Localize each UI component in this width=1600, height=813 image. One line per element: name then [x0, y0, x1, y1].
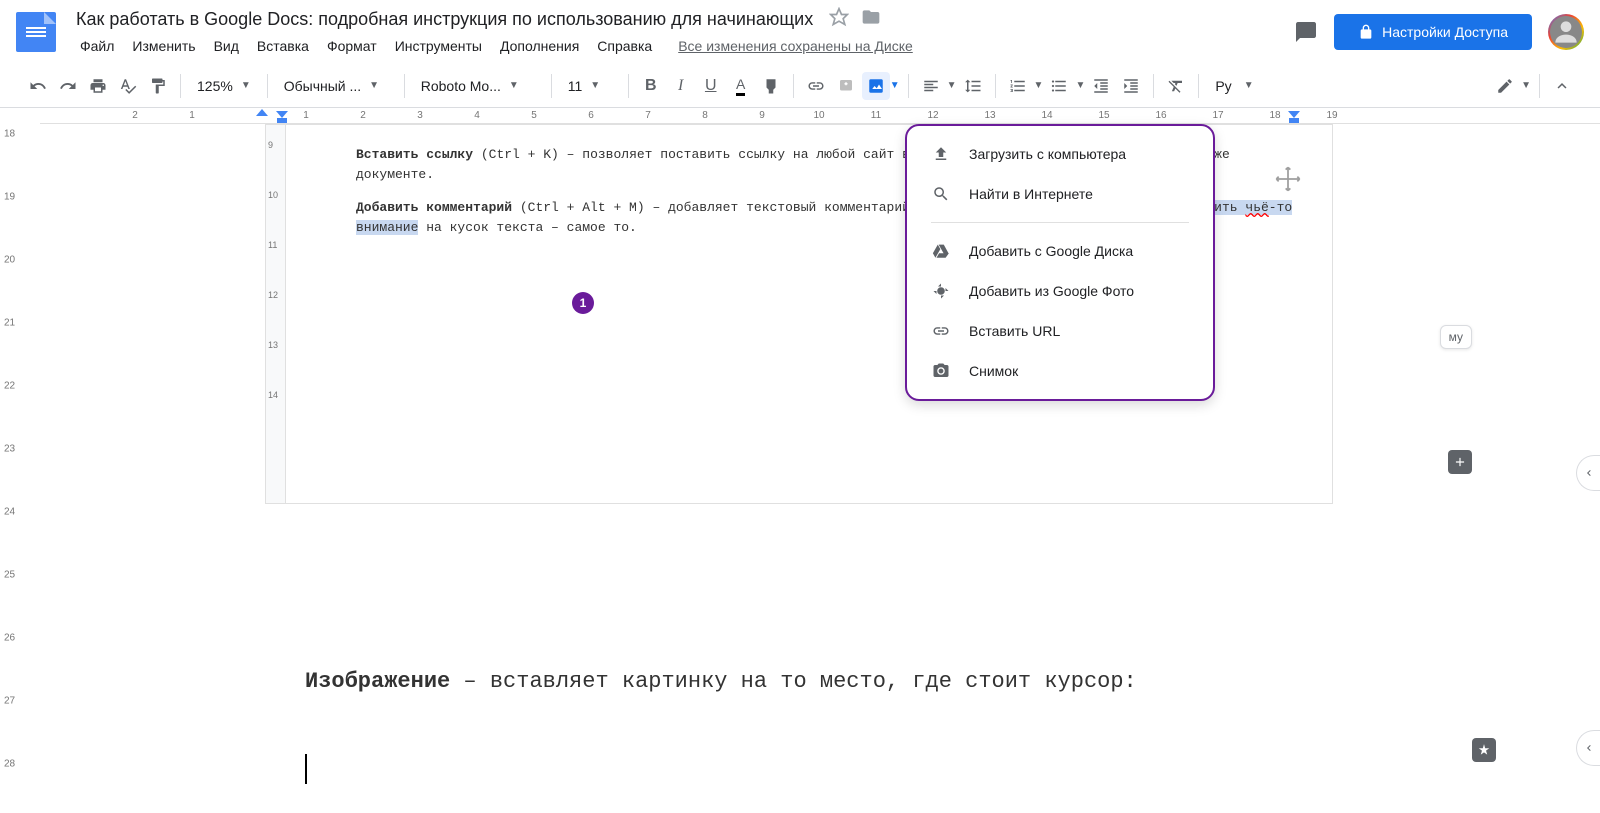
highlight-button[interactable] — [757, 72, 785, 100]
embed-p2-text-b: на кусок текста – самое то. — [418, 220, 636, 235]
style-value: Обычный ... — [284, 78, 361, 94]
document-title[interactable]: Как работать в Google Docs: подробная ин… — [72, 7, 817, 32]
article-bold: Изображение — [305, 669, 450, 694]
embed-tooltip: му — [1440, 325, 1472, 349]
title-area: Как работать в Google Docs: подробная ин… — [72, 7, 1294, 58]
redo-button[interactable] — [54, 72, 82, 100]
menu-photos-label: Добавить из Google Фото — [969, 283, 1134, 299]
menu-edit[interactable]: Изменить — [124, 34, 203, 58]
header-right: Настройки Доступа — [1294, 14, 1584, 50]
menu-addons[interactable]: Дополнения — [492, 34, 587, 58]
spellcheck-button[interactable] — [114, 72, 142, 100]
horizontal-ruler[interactable]: document.write(''); 21123456789101112131… — [40, 108, 1600, 124]
embed-p2-shortcut: (Ctrl + Alt + M) — [520, 200, 645, 215]
underline-button[interactable]: U — [697, 72, 725, 100]
article-paragraph: Изображение – вставляет картинку на то м… — [305, 669, 1137, 694]
embed-p2-spellerror: чьё — [1245, 200, 1268, 215]
text-cursor — [305, 754, 307, 784]
menu-upload-label: Загрузить с компьютера — [969, 146, 1126, 162]
add-comment-side-badge[interactable] — [1448, 450, 1472, 474]
camera-icon — [931, 361, 951, 381]
comments-icon[interactable] — [1294, 20, 1318, 44]
menu-separator — [931, 222, 1189, 223]
embed-p2-bold: Добавить комментарий — [356, 200, 512, 215]
article-text: – вставляет картинку на то место, где ст… — [450, 669, 1137, 694]
docs-logo-icon[interactable] — [16, 12, 56, 52]
menu-search-label: Найти в Интернете — [969, 186, 1093, 202]
menu-from-photos[interactable]: Добавить из Google Фото — [907, 271, 1213, 311]
menu-camera-label: Снимок — [969, 363, 1018, 379]
star-icon[interactable] — [829, 7, 849, 32]
editing-mode-button[interactable] — [1491, 72, 1519, 100]
add-comment-button[interactable] — [832, 72, 860, 100]
menu-drive-label: Добавить с Google Диска — [969, 243, 1133, 259]
align-button[interactable] — [917, 72, 945, 100]
share-button[interactable]: Настройки Доступа — [1334, 14, 1532, 50]
menu-file[interactable]: Файл — [72, 34, 122, 58]
toolbar: 125%▼ Обычный ...▼ Roboto Mo...▼ 11▼ B I… — [0, 64, 1600, 108]
menu-insert[interactable]: Вставка — [249, 34, 317, 58]
text-color-button[interactable]: A — [727, 72, 755, 100]
share-label: Настройки Доступа — [1382, 24, 1508, 40]
save-status[interactable]: Все изменения сохранены на Диске — [678, 38, 913, 54]
menu-format[interactable]: Формат — [319, 34, 385, 58]
font-value: Roboto Mo... — [421, 78, 501, 94]
bullet-list-button[interactable] — [1045, 72, 1073, 100]
increase-indent-button[interactable] — [1117, 72, 1145, 100]
input-tools-dropdown[interactable]: Ру▼ — [1207, 74, 1261, 98]
style-dropdown[interactable]: Обычный ...▼ — [276, 74, 396, 98]
menu-view[interactable]: Вид — [206, 34, 247, 58]
menu-by-url[interactable]: Вставить URL — [907, 311, 1213, 351]
undo-button[interactable] — [24, 72, 52, 100]
embed-p1-shortcut: (Ctrl + K) — [481, 147, 559, 162]
menu-camera[interactable]: Снимок — [907, 351, 1213, 391]
menu-search-web[interactable]: Найти в Интернете — [907, 174, 1213, 214]
drive-icon — [931, 241, 951, 261]
menu-url-label: Вставить URL — [969, 323, 1060, 339]
print-button[interactable] — [84, 72, 112, 100]
numbered-list-button[interactable] — [1004, 72, 1032, 100]
line-spacing-button[interactable] — [959, 72, 987, 100]
document-canvas[interactable]: 91011121314 Вставить ссылку (Ctrl + K) –… — [40, 124, 1600, 813]
decrease-indent-button[interactable] — [1087, 72, 1115, 100]
font-dropdown[interactable]: Roboto Mo...▼ — [413, 74, 543, 98]
insert-image-dropdown-arrow[interactable]: ▼ — [890, 80, 900, 91]
italic-button[interactable]: I — [667, 72, 695, 100]
photos-icon — [931, 281, 951, 301]
explore-badge[interactable] — [1472, 738, 1496, 762]
insert-image-button[interactable] — [862, 72, 890, 100]
menu-tools[interactable]: Инструменты — [387, 34, 490, 58]
embedded-vertical-ruler: 91011121314 — [266, 125, 286, 503]
fontsize-dropdown[interactable]: 11▼ — [560, 74, 620, 98]
insert-image-menu: Загрузить с компьютера Найти в Интернете… — [905, 124, 1215, 401]
annotation-badge-1: 1 — [572, 292, 594, 314]
menu-help[interactable]: Справка — [589, 34, 660, 58]
paint-format-button[interactable] — [144, 72, 172, 100]
link-icon — [931, 321, 951, 341]
fontsize-value: 11 — [568, 78, 583, 94]
link-button[interactable] — [802, 72, 830, 100]
embed-p1-bold: Вставить ссылку — [356, 147, 473, 162]
menu-from-drive[interactable]: Добавить с Google Диска — [907, 231, 1213, 271]
menu-upload-from-computer[interactable]: Загрузить с компьютера — [907, 134, 1213, 174]
vertical-ruler[interactable]: 1819202122232425262728 — [0, 124, 40, 813]
clear-formatting-button[interactable] — [1162, 72, 1190, 100]
lang-value: Ру — [1215, 78, 1231, 94]
bold-button[interactable]: B — [637, 72, 665, 100]
zoom-value: 125% — [197, 78, 233, 94]
folder-icon[interactable] — [861, 7, 881, 32]
account-avatar[interactable] — [1548, 14, 1584, 50]
menu-bar: Файл Изменить Вид Вставка Формат Инструм… — [72, 34, 1294, 58]
collapse-toolbar-button[interactable] — [1548, 72, 1576, 100]
zoom-dropdown[interactable]: 125%▼ — [189, 74, 259, 98]
header: Как работать в Google Docs: подробная ин… — [0, 0, 1600, 64]
upload-icon — [931, 144, 951, 164]
move-handle-icon[interactable] — [1274, 165, 1302, 193]
search-icon — [931, 184, 951, 204]
